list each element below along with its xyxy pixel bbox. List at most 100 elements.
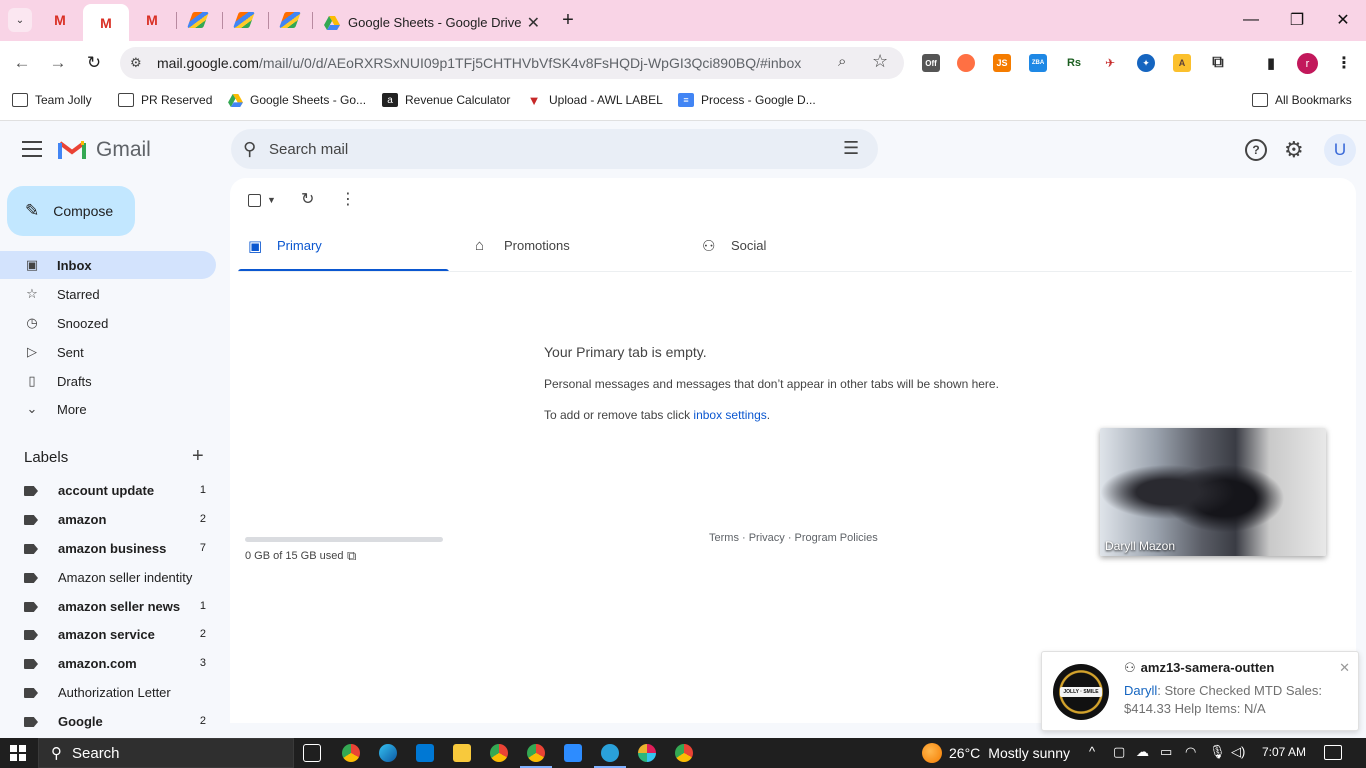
label-item[interactable]: Authorization Letter bbox=[0, 679, 216, 707]
browser-menu-icon[interactable]: ⋮ bbox=[1335, 54, 1353, 72]
video-call-tile[interactable]: Daryll Mazon bbox=[1100, 428, 1326, 556]
external-link-icon[interactable]: ⧉ bbox=[347, 548, 356, 564]
label-item[interactable]: account update 1 bbox=[0, 477, 216, 505]
tab-google-sheets[interactable]: Google Sheets - Google Drive ✕ bbox=[316, 4, 552, 41]
pinned-tab-app-2[interactable] bbox=[232, 9, 256, 31]
label-item[interactable]: Amazon seller indentity bbox=[0, 564, 216, 592]
label-item[interactable]: amazon business 7 bbox=[0, 535, 216, 563]
label-item[interactable]: amazon seller news 1 bbox=[0, 593, 216, 621]
task-view-icon[interactable] bbox=[303, 744, 321, 762]
footer-links[interactable]: Terms · Privacy · Program Policies bbox=[709, 532, 878, 544]
tab-primary[interactable]: ▣ Primary bbox=[238, 228, 449, 272]
microphone-icon[interactable]: 🎙 bbox=[1209, 744, 1226, 760]
label-item[interactable]: Google 2 bbox=[0, 708, 216, 736]
bookmark-folder[interactable]: PR Reserved bbox=[118, 93, 212, 107]
chrome-active-icon[interactable] bbox=[527, 744, 545, 762]
extension-circle-icon[interactable]: ✦ bbox=[1137, 54, 1155, 72]
help-icon[interactable]: ? bbox=[1245, 139, 1267, 161]
address-bar[interactable]: ⚙ mail.google.com/mail/u/0/d/AEoRXRSxNUI… bbox=[120, 47, 904, 79]
main-menu-icon[interactable] bbox=[22, 141, 42, 157]
pinned-tab-app-3[interactable] bbox=[278, 9, 302, 31]
chat-notification[interactable]: JOLLY · SMILE ⚇ amz13-samera-outten Daryl… bbox=[1041, 651, 1359, 731]
search-icon[interactable]: ⚲ bbox=[243, 139, 256, 160]
search-options-icon[interactable]: ☰ bbox=[843, 138, 859, 159]
taskbar-search[interactable]: ⚲ Search bbox=[38, 738, 294, 768]
tab-promotions[interactable]: ⌂ Promotions bbox=[465, 228, 676, 272]
meet-icon[interactable]: ▢ bbox=[1113, 744, 1125, 760]
store-icon[interactable] bbox=[416, 744, 434, 762]
zoom-icon[interactable] bbox=[564, 744, 582, 762]
windows-start-icon[interactable] bbox=[10, 745, 26, 761]
telegram-icon[interactable] bbox=[601, 744, 619, 762]
chrome-profile-icon[interactable] bbox=[490, 744, 508, 762]
extension-orange-icon[interactable] bbox=[957, 54, 975, 72]
search-input[interactable] bbox=[269, 135, 829, 163]
extension-bird-icon[interactable]: ✈ bbox=[1101, 54, 1119, 72]
tab-search-button[interactable]: ⌄ bbox=[8, 8, 32, 32]
bookmark-link[interactable]: ≡ Process - Google D... bbox=[678, 93, 816, 107]
reload-button[interactable]: ↻ bbox=[82, 51, 106, 75]
edge-icon[interactable] bbox=[379, 744, 397, 762]
extension-zba-icon[interactable]: ZBA bbox=[1029, 54, 1047, 72]
chrome-icon[interactable] bbox=[342, 744, 360, 762]
profile-avatar[interactable]: r bbox=[1297, 53, 1318, 74]
bookmark-link[interactable]: ▼ Upload - AWL LABEL bbox=[526, 93, 663, 108]
label-item[interactable]: amazon service 2 bbox=[0, 621, 216, 649]
extension-rs-icon[interactable]: Rs bbox=[1065, 54, 1083, 72]
notification-center-icon[interactable] bbox=[1324, 745, 1342, 760]
minimize-button[interactable]: — bbox=[1236, 8, 1266, 32]
forward-button[interactable]: → bbox=[46, 51, 70, 75]
bookmark-folder[interactable]: Team Jolly bbox=[12, 93, 92, 107]
add-label-icon[interactable]: + bbox=[192, 445, 204, 468]
wifi-icon[interactable]: ◠ bbox=[1185, 744, 1196, 760]
bookmark-star-icon[interactable]: ☆ bbox=[872, 51, 888, 72]
nav-more[interactable]: ⌄ More bbox=[0, 395, 216, 423]
pinned-tab-gmail-1[interactable]: M bbox=[48, 9, 72, 31]
inbox-settings-link[interactable]: inbox settings bbox=[693, 408, 766, 422]
nav-inbox[interactable]: ▣ Inbox bbox=[0, 251, 216, 279]
zoom-icon[interactable]: ⌕ bbox=[838, 53, 846, 70]
nav-starred[interactable]: ☆ Starred bbox=[0, 280, 216, 308]
tab-social[interactable]: ⚇ Social bbox=[692, 228, 903, 272]
select-dropdown-icon[interactable]: ▼ bbox=[267, 195, 276, 205]
new-tab-button[interactable]: + bbox=[558, 8, 578, 32]
extension-yellow-icon[interactable]: A bbox=[1173, 54, 1191, 72]
back-button[interactable]: ← bbox=[10, 51, 34, 75]
tab-close-icon[interactable]: ✕ bbox=[527, 13, 540, 33]
select-all-checkbox[interactable] bbox=[248, 194, 261, 207]
compose-button[interactable]: ✎ Compose bbox=[7, 186, 135, 236]
chrome-app-icon[interactable] bbox=[675, 744, 693, 762]
tray-expand-icon[interactable]: ^ bbox=[1089, 744, 1095, 759]
gmail-logo[interactable]: Gmail bbox=[58, 138, 151, 162]
bookmark-link[interactable]: Google Sheets - Go... bbox=[227, 93, 366, 107]
pinned-tab-gmail-2[interactable]: M bbox=[83, 4, 129, 41]
bookmark-link[interactable]: a Revenue Calculator bbox=[382, 93, 510, 107]
settings-gear-icon[interactable]: ⚙ bbox=[1284, 137, 1304, 163]
side-panel-icon[interactable]: ▮ bbox=[1262, 54, 1280, 72]
extensions-puzzle-icon[interactable]: ⧉ bbox=[1209, 54, 1227, 72]
pinned-tab-gmail-3[interactable]: M bbox=[140, 9, 164, 31]
close-icon[interactable]: ✕ bbox=[1339, 660, 1350, 676]
all-bookmarks[interactable]: All Bookmarks bbox=[1252, 93, 1352, 107]
nav-sent[interactable]: ▷ Sent bbox=[0, 338, 216, 366]
label-item[interactable]: amazon.com 3 bbox=[0, 650, 216, 678]
onedrive-icon[interactable]: ☁ bbox=[1136, 744, 1149, 760]
file-explorer-icon[interactable] bbox=[453, 744, 471, 762]
nav-drafts[interactable]: ▯ Drafts bbox=[0, 367, 216, 395]
account-avatar[interactable]: U bbox=[1324, 134, 1356, 166]
site-settings-icon[interactable]: ⚙ bbox=[130, 55, 142, 71]
extension-js-icon[interactable]: JS bbox=[993, 54, 1011, 72]
pinned-tab-app-1[interactable] bbox=[186, 9, 210, 31]
battery-icon[interactable]: ▭ bbox=[1160, 744, 1172, 760]
nav-snoozed[interactable]: ◷ Snoozed bbox=[0, 309, 216, 337]
slack-icon[interactable] bbox=[638, 744, 656, 762]
volume-icon[interactable]: ◁) bbox=[1231, 744, 1245, 760]
clock[interactable]: 7:07 AM bbox=[1262, 745, 1306, 759]
close-window-button[interactable]: ✕ bbox=[1328, 8, 1358, 32]
extension-off-icon[interactable]: Off bbox=[922, 54, 940, 72]
more-options-icon[interactable]: ⋮ bbox=[340, 189, 356, 209]
weather-widget[interactable]: 26°C Mostly sunny bbox=[922, 743, 1070, 763]
label-item[interactable]: amazon 2 bbox=[0, 506, 216, 534]
refresh-icon[interactable]: ↻ bbox=[301, 189, 314, 209]
restore-button[interactable]: ❐ bbox=[1282, 8, 1312, 32]
